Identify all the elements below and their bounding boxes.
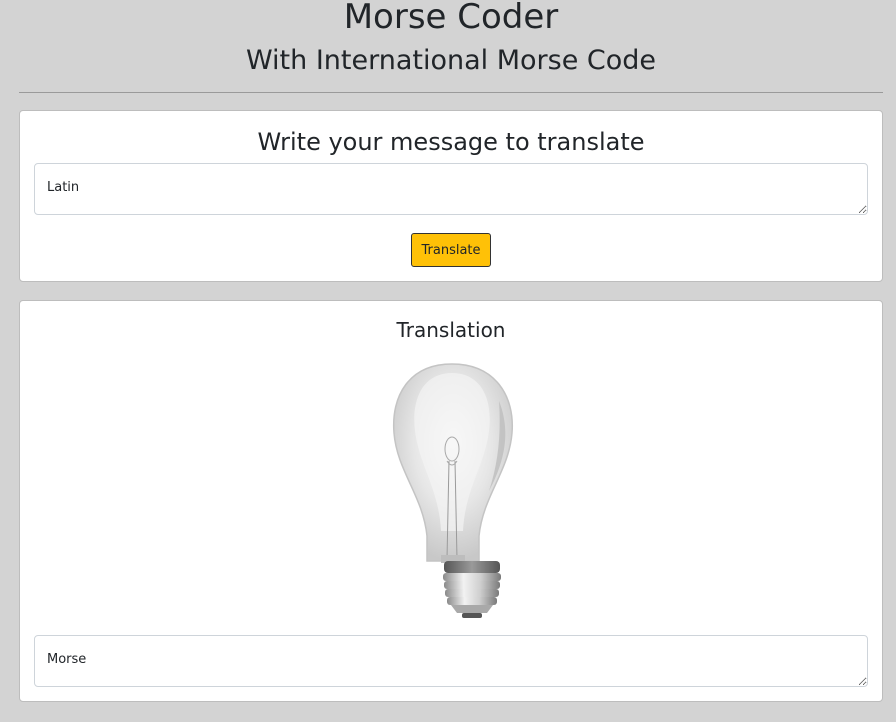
output-card: Translation <box>19 300 883 702</box>
translate-button[interactable]: Translate <box>411 233 491 267</box>
input-card: Write your message to translate Translat… <box>19 110 883 282</box>
page-title: Morse Coder <box>343 0 559 37</box>
input-card-heading: Write your message to translate <box>257 128 645 156</box>
latin-input[interactable] <box>34 163 868 215</box>
divider <box>19 92 883 93</box>
page: Morse Coder With International Morse Cod… <box>0 0 896 722</box>
lightbulb-icon <box>371 361 533 623</box>
page-subtitle: With International Morse Code <box>245 45 657 76</box>
morse-output[interactable] <box>34 635 868 687</box>
output-card-heading: Translation <box>396 318 506 342</box>
